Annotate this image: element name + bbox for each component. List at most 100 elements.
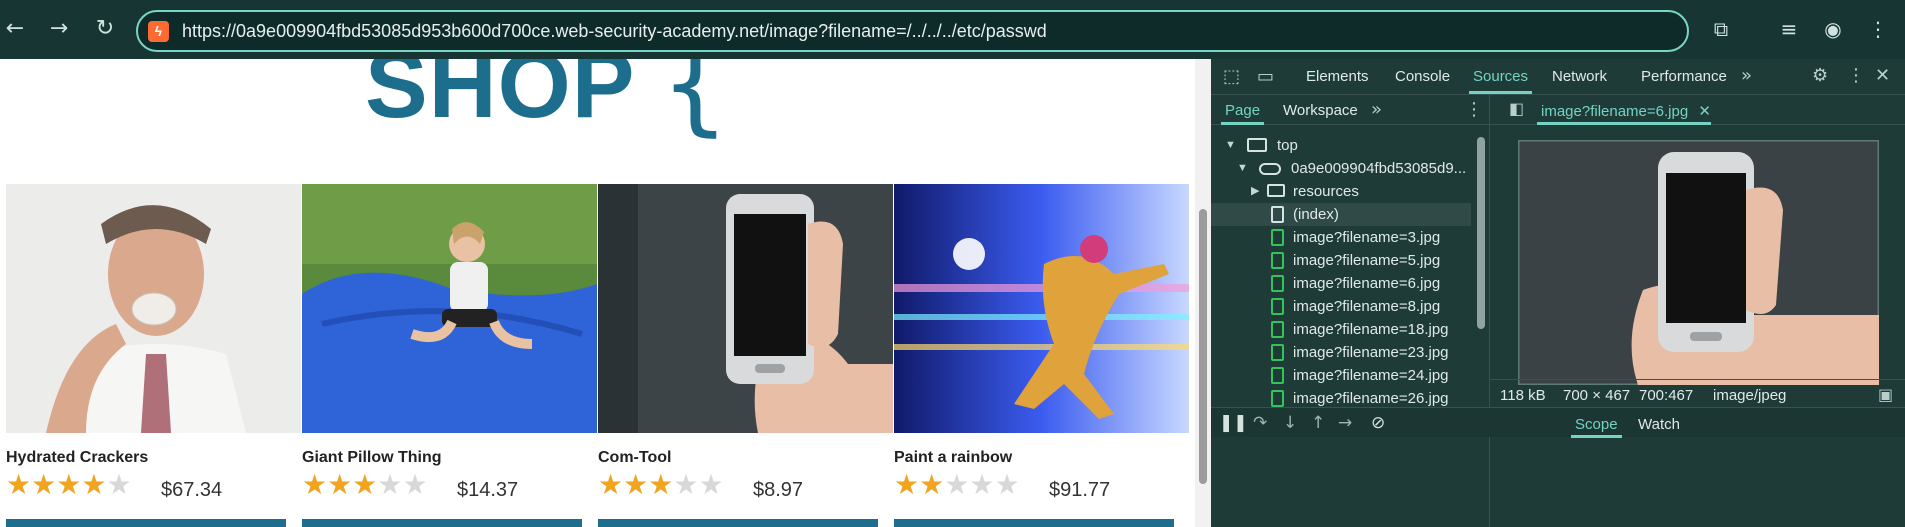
image-ratio: 700:467	[1639, 387, 1694, 404]
close-tab-icon[interactable]: ✕	[1698, 103, 1711, 120]
view-details-button[interactable]	[894, 519, 1174, 527]
view-details-button[interactable]	[6, 519, 286, 527]
tab-network[interactable]: Network	[1552, 68, 1607, 85]
toggle-navigator-icon[interactable]: ◧	[1509, 99, 1524, 118]
tree-item-label: (index)	[1293, 206, 1339, 223]
image-mime-type: image/jpeg	[1713, 387, 1787, 404]
star-empty-icon: ★	[969, 468, 995, 501]
tree-item-file[interactable]: image?filename=6.jpg	[1211, 272, 1471, 295]
tree-item-file[interactable]: image?filename=8.jpg	[1211, 295, 1471, 318]
tree-item-top[interactable]: ▼ top	[1211, 134, 1471, 157]
expand-arrow-icon[interactable]: ▼	[1237, 157, 1248, 180]
product-image[interactable]	[894, 184, 1189, 433]
product-rating: ★★★★★	[598, 471, 724, 499]
star-filled-icon: ★	[894, 468, 920, 501]
url-text[interactable]: https://0a9e009904fbd53085d953b600d700ce…	[182, 21, 1047, 42]
tree-item-label: image?filename=8.jpg	[1293, 298, 1441, 315]
product-image[interactable]	[6, 184, 301, 433]
shop-logo-brace: {	[660, 59, 730, 147]
tree-item-origin[interactable]: ▼ 0a9e009904fbd53085d9...	[1211, 157, 1471, 180]
star-empty-icon: ★	[944, 468, 970, 501]
open-file-tab[interactable]: image?filename=6.jpg ✕	[1537, 102, 1711, 125]
tree-item-file[interactable]: image?filename=3.jpg	[1211, 226, 1471, 249]
image-file-icon	[1271, 229, 1284, 246]
product-name[interactable]: Paint a rainbow	[894, 449, 1012, 467]
image-file-icon	[1271, 321, 1284, 338]
tree-item-resources[interactable]: ▶ resources	[1211, 180, 1471, 203]
tab-scope[interactable]: Scope	[1571, 416, 1622, 438]
product-image[interactable]	[598, 184, 893, 433]
page-scrollbar-thumb[interactable]	[1199, 209, 1207, 484]
tab-page[interactable]: Page	[1220, 102, 1265, 125]
tree-item-file[interactable]: image?filename=24.jpg	[1211, 364, 1471, 387]
product-name[interactable]: Hydrated Crackers	[6, 449, 148, 467]
document-icon	[1271, 206, 1284, 223]
media-playlist-icon[interactable]: ≡	[1774, 14, 1804, 44]
star-filled-icon: ★	[623, 468, 649, 501]
more-vert-icon[interactable]: ⋮	[1863, 14, 1893, 44]
product-name[interactable]: Giant Pillow Thing	[302, 449, 442, 467]
product-card: Paint a rainbow ★★★★★ $91.77	[894, 184, 1189, 527]
view-details-button[interactable]	[598, 519, 878, 527]
devtools-menu-icon[interactable]: ⋮	[1847, 65, 1865, 86]
account-icon[interactable]: ◉	[1818, 14, 1848, 44]
star-filled-icon: ★	[648, 468, 674, 501]
deactivate-breakpoints-icon[interactable]: ⊘	[1371, 413, 1385, 433]
product-rating: ★★★★★	[6, 471, 132, 499]
product-name[interactable]: Com-Tool	[598, 449, 671, 467]
image-file-icon	[1271, 390, 1284, 407]
tree-item-label: image?filename=6.jpg	[1293, 275, 1441, 292]
star-filled-icon: ★	[919, 468, 945, 501]
more-navigator-tabs-icon[interactable]: »	[1371, 99, 1382, 120]
debugger-toolbar: ❚❚ ↷ ↓ ↑ → ⊘ Scope Watch	[1211, 407, 1905, 438]
tree-item-label: image?filename=5.jpg	[1293, 252, 1441, 269]
image-file-icon	[1271, 252, 1284, 269]
settings-gear-icon[interactable]: ⚙	[1812, 65, 1828, 86]
extensions-icon[interactable]: ⧉	[1706, 14, 1736, 44]
star-empty-icon: ★	[698, 468, 724, 501]
image-file-icon	[1271, 275, 1284, 292]
tab-sources[interactable]: Sources	[1468, 68, 1533, 94]
product-image[interactable]	[302, 184, 597, 433]
forward-arrow-icon[interactable]: →	[44, 14, 74, 44]
tree-item-file[interactable]: image?filename=18.jpg	[1211, 318, 1471, 341]
panel-divider[interactable]	[1489, 95, 1490, 527]
product-price: $67.34	[161, 479, 223, 501]
device-toolbar-icon[interactable]: ▭	[1257, 66, 1274, 87]
close-devtools-icon[interactable]: ✕	[1875, 65, 1890, 86]
toggle-drawer-icon[interactable]: ▣	[1878, 385, 1893, 404]
step-over-icon[interactable]: ↷	[1253, 413, 1267, 433]
inspect-element-icon[interactable]: ⬚	[1223, 66, 1240, 87]
tab-console[interactable]: Console	[1395, 68, 1450, 85]
pause-icon[interactable]: ❚❚	[1219, 413, 1248, 433]
frame-icon	[1247, 138, 1267, 152]
image-dimensions: 700 × 467	[1563, 387, 1631, 404]
product-rating: ★★★★★	[894, 471, 1020, 499]
step-into-icon[interactable]: ↓	[1283, 413, 1297, 433]
product-rating: ★★★★★	[302, 471, 428, 499]
step-out-icon[interactable]: ↑	[1311, 413, 1325, 433]
collapse-arrow-icon[interactable]: ▶	[1251, 180, 1259, 203]
tree-item-file[interactable]: image?filename=5.jpg	[1211, 249, 1471, 272]
step-icon[interactable]: →	[1338, 413, 1352, 433]
more-tabs-chevron-icon[interactable]: »	[1741, 65, 1752, 86]
navigator-menu-icon[interactable]: ⋮	[1465, 99, 1483, 120]
tab-performance[interactable]: Performance	[1641, 68, 1727, 85]
tree-item-label: image?filename=23.jpg	[1293, 344, 1449, 361]
navigator-scrollbar-thumb[interactable]	[1477, 137, 1485, 329]
back-arrow-icon[interactable]: ←	[0, 14, 30, 44]
tab-workspace[interactable]: Workspace	[1283, 102, 1358, 119]
tree-item-index[interactable]: (index)	[1211, 203, 1471, 226]
address-bar[interactable]: ϟ https://0a9e009904fbd53085d953b600d700…	[136, 10, 1689, 52]
expand-arrow-icon[interactable]: ▼	[1225, 134, 1236, 157]
reload-icon[interactable]: ↻	[90, 14, 120, 44]
tab-watch[interactable]: Watch	[1638, 416, 1680, 433]
view-details-button[interactable]	[302, 519, 582, 527]
page-scrollbar[interactable]	[1195, 59, 1211, 527]
star-filled-icon: ★	[6, 468, 32, 501]
tree-item-file[interactable]: image?filename=23.jpg	[1211, 341, 1471, 364]
shop-logo-text: SHOP	[365, 59, 636, 137]
tab-elements[interactable]: Elements	[1306, 68, 1369, 85]
star-filled-icon: ★	[302, 468, 328, 501]
star-empty-icon: ★	[106, 468, 132, 501]
